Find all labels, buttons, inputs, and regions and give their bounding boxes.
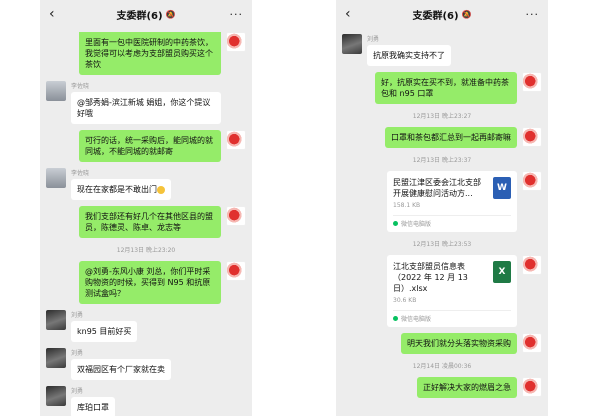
- message-row: 李佐晓 现在在家都是不敢出门: [46, 168, 246, 200]
- avatar[interactable]: [46, 348, 66, 368]
- message-bubble[interactable]: 我们支部还有好几个在其他区县的盟员，陈德灵、陈卓、龙志等: [79, 206, 221, 238]
- wechat-pc-icon: [393, 316, 398, 321]
- chat-header: ‹ 支委群(6) 🔕 ···: [40, 0, 252, 28]
- message-row: 明天我们就分头落实物资采购: [342, 333, 542, 354]
- timestamp: 12月13日 晚上23:20: [116, 247, 176, 254]
- avatar[interactable]: [342, 34, 362, 54]
- file-source-label: 微信电脑版: [401, 316, 432, 323]
- chat-screen-left: ‹ 支委群(6) 🔕 ··· 里面有一包中医院研制的中药茶饮，我觉得可以考虑为支…: [40, 0, 252, 416]
- file-size: 158.1 KB: [393, 202, 421, 209]
- message-row: 刘勇 双福园区有个厂家就在卖: [46, 348, 246, 380]
- avatar[interactable]: [226, 206, 246, 226]
- message-row: 正好解决大家的燃眉之急: [342, 377, 542, 398]
- message-bubble[interactable]: @刘勇-东风小康 刘总，你们平时采购物资的时候，买得到 N95 和抗原测试盒吗？: [79, 261, 221, 304]
- message-bubble[interactable]: 好，抗原实在买不到，就准备中药茶包和 n95 口罩: [375, 72, 517, 104]
- message-bubble[interactable]: 现在在家都是不敢出门: [71, 179, 171, 200]
- file-source: 微信电脑版: [393, 215, 511, 228]
- message-row: 刘勇 抗原我确实支持不了: [342, 34, 542, 66]
- avatar[interactable]: [522, 127, 542, 147]
- avatar[interactable]: [522, 255, 542, 275]
- message-row: 可行的话，统一采购后，能同城的就同城，不能同城的就邮寄: [46, 130, 246, 162]
- message-bubble[interactable]: 口罩和茶包都汇总到一起再邮寄嘛: [385, 127, 517, 148]
- chat-title: 支委群(6) 🔕: [116, 7, 175, 22]
- avatar[interactable]: [522, 377, 542, 397]
- message-bubble[interactable]: 双福园区有个厂家就在卖: [71, 359, 171, 380]
- avatar[interactable]: [46, 168, 66, 188]
- avatar[interactable]: [522, 72, 542, 92]
- back-button[interactable]: ‹: [49, 6, 63, 22]
- file-message[interactable]: 江北支部盟员信息表（2022 年 12 月 13 日）.xlsx X 30.6 …: [387, 255, 517, 327]
- word-file-icon: W: [493, 177, 511, 199]
- timestamp: 12月13日 晚上23:27: [412, 113, 472, 120]
- avatar[interactable]: [46, 386, 66, 406]
- avatar[interactable]: [46, 81, 66, 101]
- chat-title-text: 支委群(6): [116, 10, 163, 22]
- chat-title: 支委群(6) 🔕: [412, 7, 471, 22]
- avatar[interactable]: [226, 32, 246, 52]
- sender-name: 李佐晓: [71, 170, 90, 177]
- file-name: 江北支部盟员信息表（2022 年 12 月 13 日）.xlsx: [393, 262, 468, 293]
- message-bubble[interactable]: kn95 目前好买: [71, 321, 138, 342]
- chat-header: ‹ 支委群(6) 🔕 ···: [336, 0, 548, 28]
- sender-name: 李佐晓: [71, 83, 90, 90]
- message-row: @刘勇-东风小康 刘总，你们平时采购物资的时候，买得到 N95 和抗原测试盒吗？: [46, 261, 246, 304]
- sender-name: 刘勇: [367, 36, 380, 43]
- message-bubble[interactable]: 库珀口罩: [71, 397, 115, 416]
- message-bubble[interactable]: 里面有一包中医院研制的中药茶饮，我觉得可以考虑为支部盟员购买这个茶饮: [79, 32, 221, 75]
- sender-name: 刘勇: [71, 388, 84, 395]
- message-row: 好，抗原实在买不到，就准备中药茶包和 n95 口罩: [342, 72, 542, 104]
- smile-emoji-icon: [157, 185, 165, 194]
- sender-name: 刘勇: [71, 312, 84, 319]
- avatar[interactable]: [226, 261, 246, 281]
- message-row: 民盟江津区委会江北支部开展健康慰问活动方... W 158.1 KB 微信电脑版: [342, 171, 542, 232]
- message-row: 里面有一包中医院研制的中药茶饮，我觉得可以考虑为支部盟员购买这个茶饮: [46, 32, 246, 75]
- avatar[interactable]: [46, 310, 66, 330]
- message-bubble[interactable]: 抗原我确实支持不了: [367, 45, 451, 66]
- file-size: 30.6 KB: [393, 297, 417, 304]
- message-bubble[interactable]: 正好解决大家的燃眉之急: [417, 377, 517, 398]
- back-button[interactable]: ‹: [345, 6, 359, 22]
- file-message[interactable]: 民盟江津区委会江北支部开展健康慰问活动方... W 158.1 KB 微信电脑版: [387, 171, 517, 232]
- message-row: 江北支部盟员信息表（2022 年 12 月 13 日）.xlsx X 30.6 …: [342, 255, 542, 327]
- message-bubble[interactable]: @邹秀娟-滨江新城 娟姐，你这个提议好哦: [71, 92, 221, 124]
- more-button[interactable]: ···: [525, 8, 539, 21]
- file-source-label: 微信电脑版: [401, 221, 432, 228]
- message-text: 现在在家都是不敢出门: [77, 185, 157, 194]
- excel-file-icon: X: [493, 261, 511, 283]
- chat-screen-right: ‹ 支委群(6) 🔕 ··· 刘勇 抗原我确实支持不了 好，抗原实在买不到，就准…: [336, 0, 548, 416]
- message-row: 刘勇 库珀口罩: [46, 386, 246, 416]
- sender-name: 刘勇: [71, 350, 84, 357]
- file-name: 民盟江津区委会江北支部开展健康慰问活动方...: [393, 178, 481, 198]
- timestamp: 12月13日 晚上23:37: [412, 157, 472, 164]
- avatar[interactable]: [522, 333, 542, 353]
- message-bubble[interactable]: 明天我们就分头落实物资采购: [401, 333, 517, 354]
- message-row: 刘勇 kn95 目前好买: [46, 310, 246, 342]
- timestamp: 12月13日 晚上23:53: [412, 241, 472, 248]
- avatar[interactable]: [226, 130, 246, 150]
- avatar[interactable]: [522, 171, 542, 191]
- wechat-pc-icon: [393, 221, 398, 226]
- message-row: 李佐晓 @邹秀娟-滨江新城 娟姐，你这个提议好哦: [46, 81, 246, 124]
- message-row: 我们支部还有好几个在其他区县的盟员，陈德灵、陈卓、龙志等: [46, 206, 246, 238]
- timestamp: 12月14日 凌晨00:36: [412, 363, 472, 370]
- file-source: 微信电脑版: [393, 310, 511, 323]
- message-row: 口罩和茶包都汇总到一起再邮寄嘛: [342, 127, 542, 148]
- more-button[interactable]: ···: [229, 8, 243, 21]
- mute-icon: 🔕: [461, 9, 472, 19]
- message-bubble[interactable]: 可行的话，统一采购后，能同城的就同城，不能同城的就邮寄: [79, 130, 221, 162]
- mute-icon: 🔕: [165, 9, 176, 19]
- chat-title-text: 支委群(6): [412, 10, 459, 22]
